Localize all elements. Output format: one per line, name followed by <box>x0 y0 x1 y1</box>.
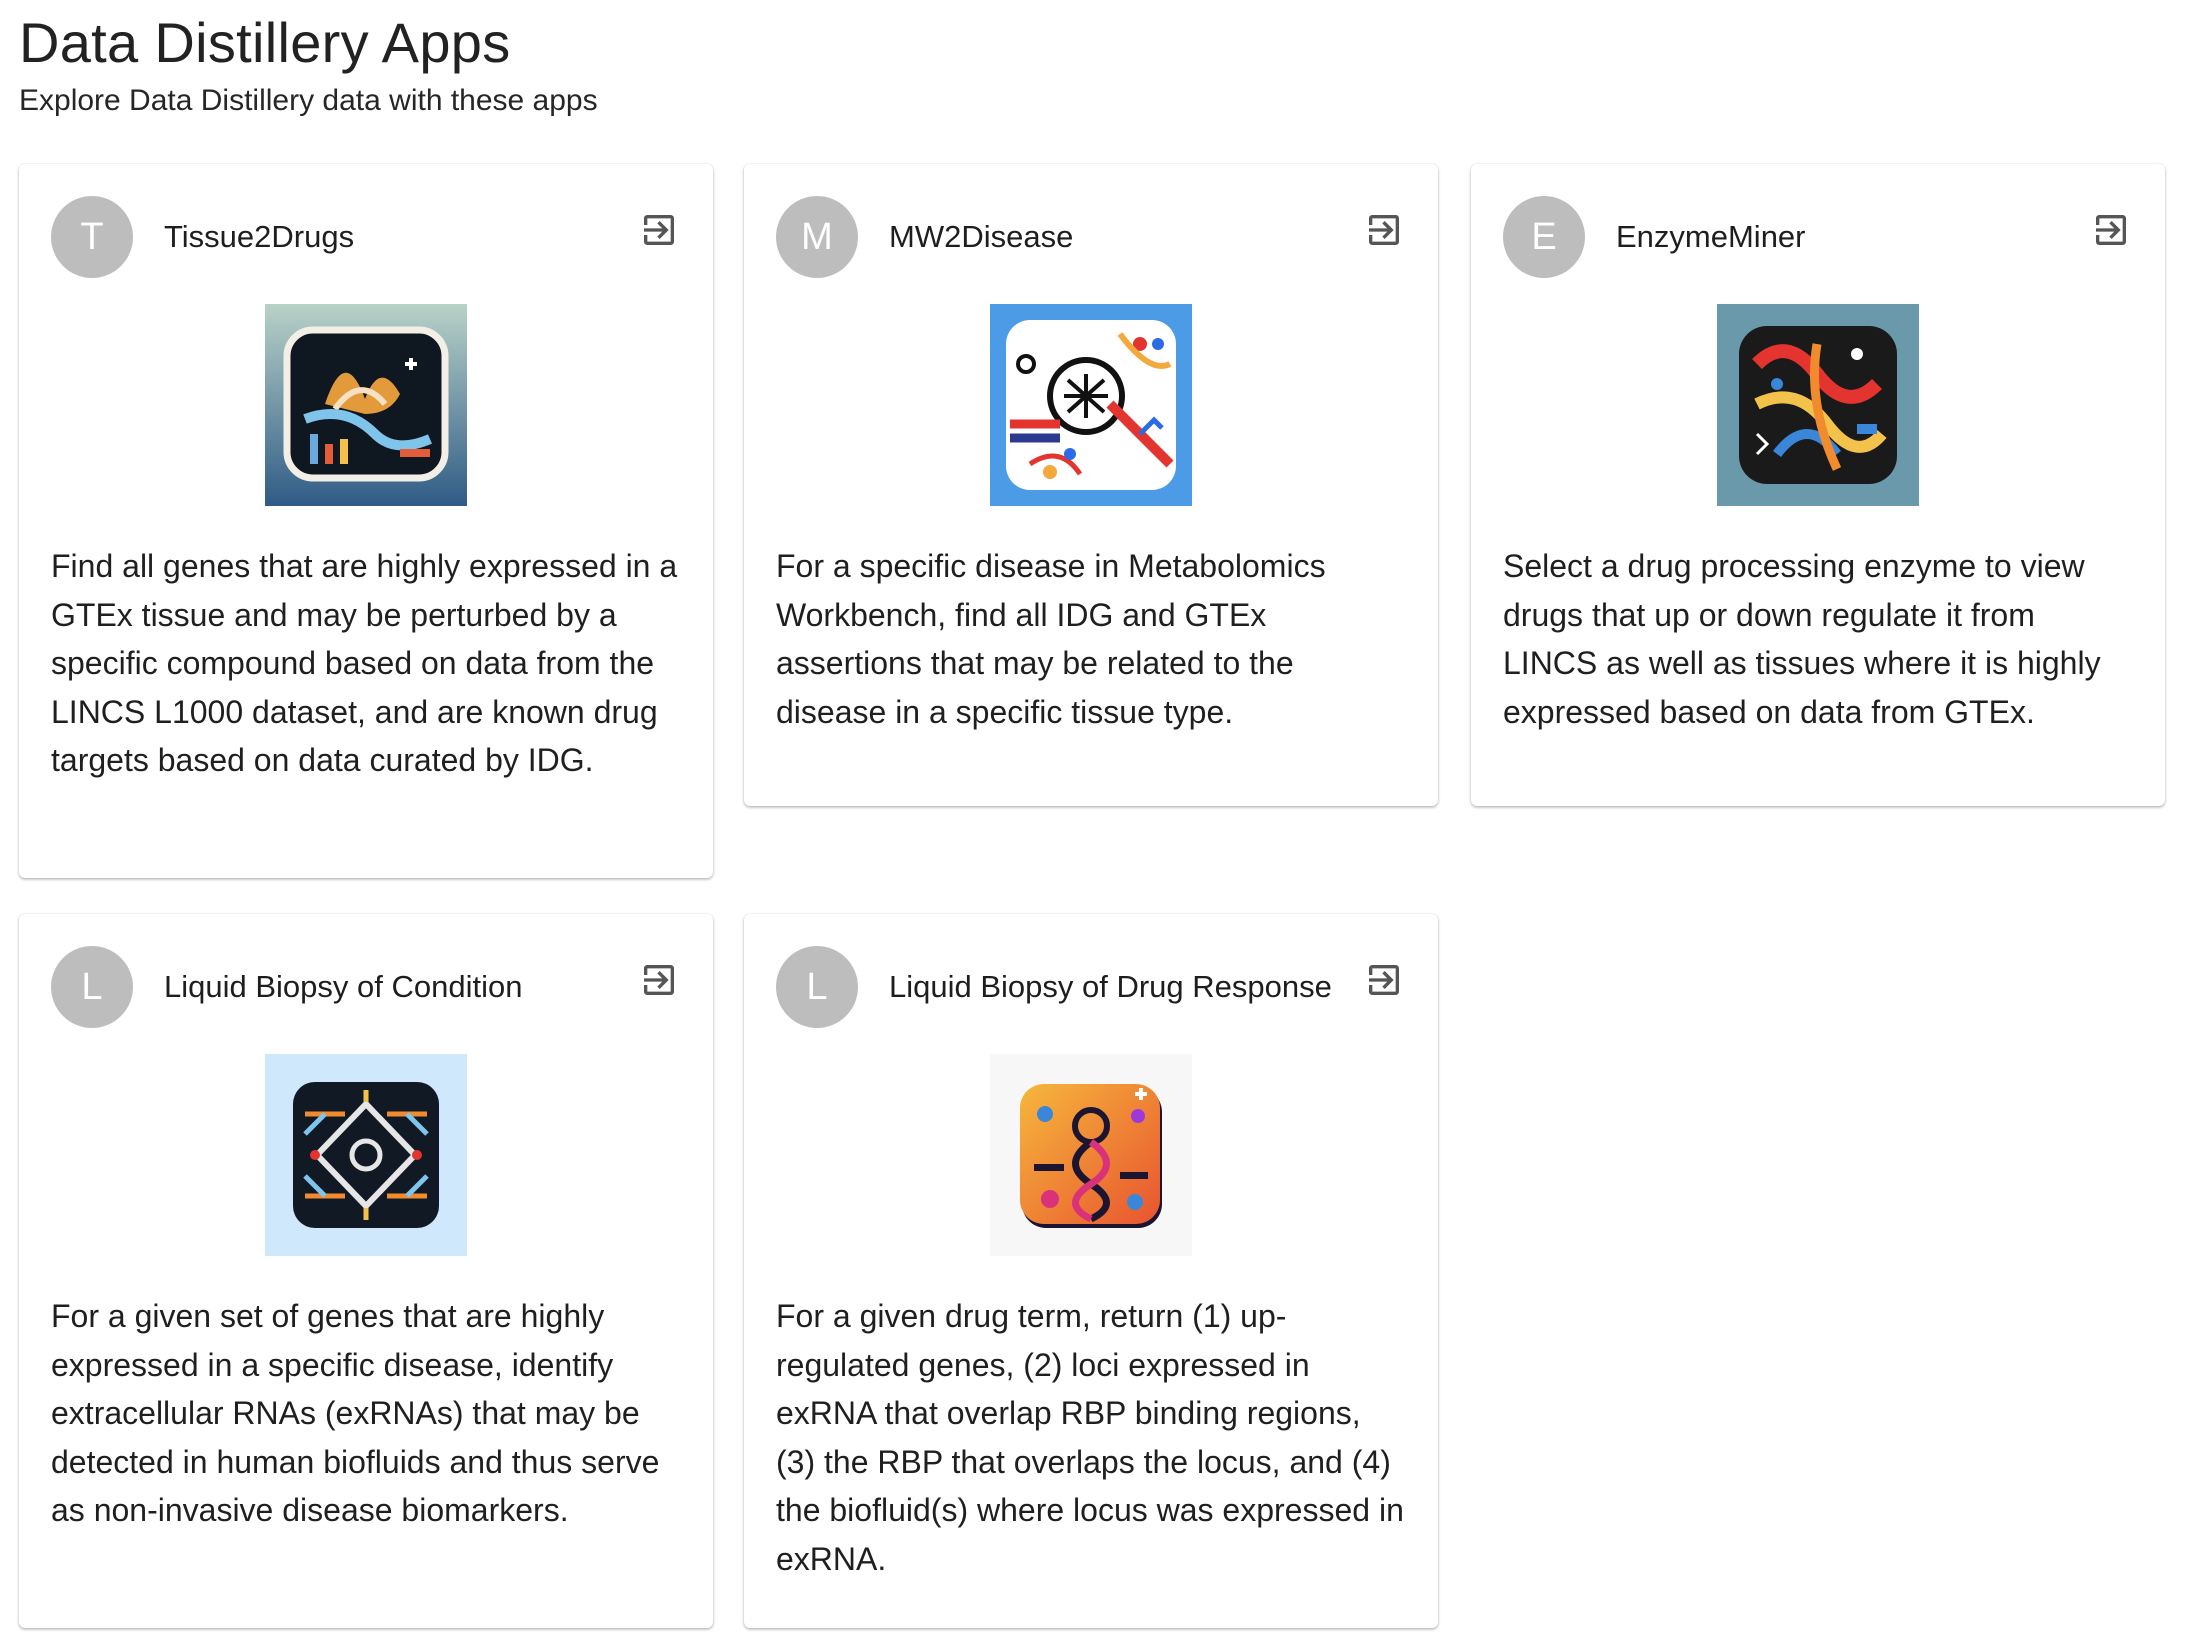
avatar: M <box>776 196 858 278</box>
app-thumbnail <box>1717 304 1919 506</box>
card-header: T Tissue2Drugs <box>19 164 713 304</box>
avatar: E <box>1503 196 1585 278</box>
card-description: Find all genes that are highly expressed… <box>51 548 678 778</box>
card-title: Liquid Biopsy of Drug Response <box>889 969 1332 1004</box>
card-title: EnzymeMiner <box>1616 219 1806 254</box>
card-header: M MW2Disease <box>744 164 1438 304</box>
thumbnail-art <box>990 304 1192 506</box>
app-thumbnail <box>265 304 467 506</box>
card-description: Select a drug processing enzyme to view … <box>1503 548 2101 730</box>
open-app-button[interactable] <box>635 956 683 1004</box>
card-title: MW2Disease <box>889 219 1074 254</box>
app-card-enzymeminer[interactable]: E EnzymeMiner Select a drug processing e… <box>1471 164 2165 806</box>
page-title: Data Distillery Apps <box>19 11 511 74</box>
page-subtitle: Explore Data Distillery data with these … <box>19 84 598 117</box>
app-card-mw2disease[interactable]: M MW2Disease For a specific disease in M… <box>744 164 1438 806</box>
open-in-app-icon <box>1369 965 1399 995</box>
card-title: Tissue2Drugs <box>164 219 355 254</box>
card-title: Liquid Biopsy of Condition <box>164 969 523 1004</box>
open-in-app-icon <box>1369 215 1399 245</box>
avatar: T <box>51 196 133 278</box>
thumbnail-art <box>990 1054 1192 1256</box>
open-app-button[interactable] <box>1360 956 1408 1004</box>
card-header: E EnzymeMiner <box>1471 164 2165 304</box>
avatar: L <box>51 946 133 1028</box>
open-app-button[interactable] <box>1360 206 1408 254</box>
app-card-liquid-biopsy-drug-response[interactable]: L Liquid Biopsy of Drug Response For a g… <box>744 914 1438 1628</box>
card-header: L Liquid Biopsy of Condition <box>19 914 713 1054</box>
card-header: L Liquid Biopsy of Drug Response <box>744 914 1438 1054</box>
open-in-app-icon <box>2096 215 2126 245</box>
app-card-liquid-biopsy-condition[interactable]: L Liquid Biopsy of Condition For a given… <box>19 914 713 1628</box>
card-description: For a specific disease in Metabolomics W… <box>776 548 1326 730</box>
thumbnail-art <box>1717 304 1919 506</box>
thumbnail-art <box>265 1054 467 1256</box>
open-app-button[interactable] <box>635 206 683 254</box>
card-description: For a given drug term, return (1) up-reg… <box>776 1298 1404 1577</box>
avatar: L <box>776 946 858 1028</box>
open-app-button[interactable] <box>2087 206 2135 254</box>
open-in-app-icon <box>644 965 674 995</box>
app-thumbnail <box>990 1054 1192 1256</box>
app-card-tissue2drugs[interactable]: T Tissue2Drugs Find all genes that are h… <box>19 164 713 878</box>
open-in-app-icon <box>644 215 674 245</box>
app-thumbnail <box>990 304 1192 506</box>
card-description: For a given set of genes that are highly… <box>51 1298 660 1528</box>
thumbnail-art <box>265 304 467 506</box>
apps-page: Data Distillery Apps Explore Data Distil… <box>0 0 2192 1650</box>
app-thumbnail <box>265 1054 467 1256</box>
